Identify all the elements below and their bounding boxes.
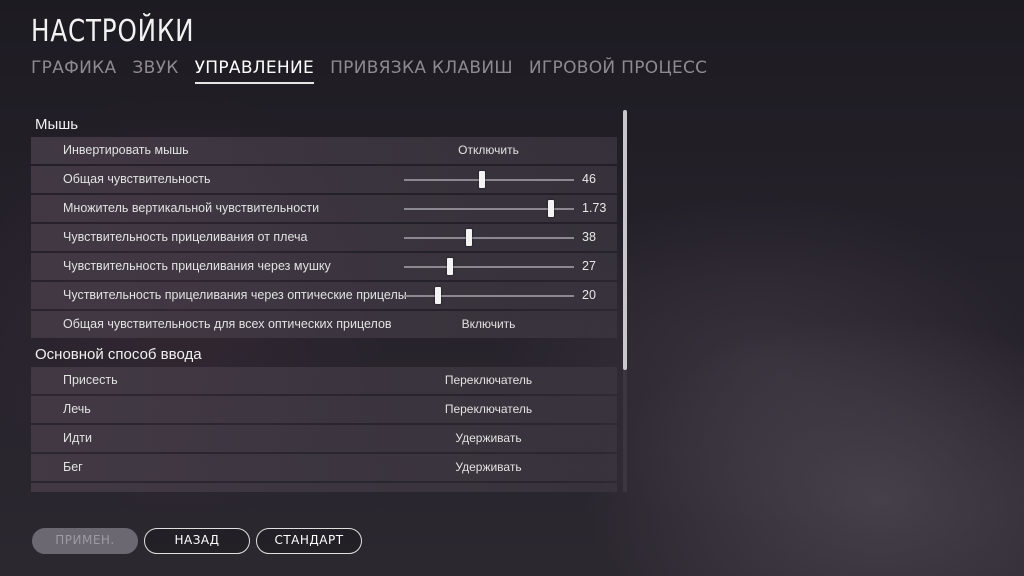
setting-row-walk[interactable]: Идти Удерживать (31, 425, 617, 452)
vertical-multiplier-slider[interactable] (404, 200, 574, 217)
setting-row-sprint[interactable]: Бег Удерживать (31, 454, 617, 481)
setting-row-general-sensitivity: Общая чувствительность 46 (31, 166, 617, 193)
slider-value: 38 (582, 230, 596, 244)
shoulder-sensitivity-slider[interactable] (404, 229, 574, 246)
setting-row-invert-mouse[interactable]: Инвертировать мышь Отключить (31, 137, 617, 164)
tab-gameplay[interactable]: ИГРОВОЙ ПРОЦЕСС (529, 58, 707, 84)
all-scopes-sensitivity-option[interactable]: Включить (407, 311, 570, 338)
setting-label: Чувствительность прицеливания через мушк… (63, 259, 331, 273)
settings-tabs: ГРАФИКА ЗВУК УПРАВЛЕНИЕ ПРИВЯЗКА КЛАВИШ … (31, 58, 707, 84)
setting-label: Лечь (63, 402, 91, 416)
slider-thumb[interactable] (465, 229, 472, 246)
slider-value: 20 (582, 288, 596, 302)
settings-panel: Мышь Инвертировать мышь Отключить Общая … (31, 110, 631, 492)
tab-keybindings[interactable]: ПРИВЯЗКА КЛАВИШ (330, 58, 513, 84)
setting-label: Общая чувствительность (63, 172, 211, 186)
setting-label: Чуствительность прицеливания через оптич… (63, 288, 407, 302)
setting-row-vertical-multiplier: Множитель вертикальной чувствительности … (31, 195, 617, 222)
setting-label: Общая чувствительность для всех оптическ… (63, 317, 392, 331)
setting-row-crouch[interactable]: Присесть Переключатель (31, 367, 617, 394)
slider-thumb[interactable] (435, 287, 441, 304)
slider-thumb[interactable] (548, 200, 555, 217)
default-button[interactable]: СТАНДАРТ (256, 528, 362, 554)
apply-button[interactable]: ПРИМЕН. (32, 528, 138, 554)
section-header-mouse: Мышь (35, 116, 79, 133)
back-button[interactable]: НАЗАД (144, 528, 250, 554)
invert-mouse-option[interactable]: Отключить (407, 137, 570, 164)
setting-row-scope-sensitivity: Чуствительность прицеливания через оптич… (31, 282, 617, 309)
setting-row-all-scopes-sensitivity[interactable]: Общая чувствительность для всех оптическ… (31, 311, 617, 338)
setting-row-partial (31, 483, 617, 492)
setting-label: Инвертировать мышь (63, 143, 189, 157)
prone-option[interactable]: Переключатель (407, 396, 570, 423)
setting-label: Присесть (63, 373, 118, 387)
setting-label: Множитель вертикальной чувствительности (63, 201, 320, 215)
tab-sound[interactable]: ЗВУК (132, 58, 178, 84)
slider-thumb[interactable] (479, 171, 486, 188)
settings-scrollbar[interactable] (623, 110, 627, 492)
page-title: НАСТРОЙКИ (31, 14, 195, 49)
ads-sensitivity-slider[interactable] (404, 258, 574, 275)
sprint-option[interactable]: Удерживать (407, 454, 570, 481)
setting-row-shoulder-sensitivity: Чувствительность прицеливания от плеча 3… (31, 224, 617, 251)
scope-sensitivity-slider[interactable] (404, 287, 574, 304)
setting-label: Идти (63, 431, 92, 445)
setting-row-ads-sensitivity: Чувствительность прицеливания через мушк… (31, 253, 617, 280)
crouch-option[interactable]: Переключатель (407, 367, 570, 394)
tab-graphics[interactable]: ГРАФИКА (31, 58, 116, 84)
slider-value: 27 (582, 259, 596, 273)
slider-thumb[interactable] (446, 258, 453, 275)
slider-value: 1.73 (582, 201, 607, 215)
general-sensitivity-slider[interactable] (404, 171, 574, 188)
slider-value: 46 (582, 172, 596, 186)
setting-label: Бег (63, 460, 83, 474)
scrollbar-thumb[interactable] (623, 110, 627, 370)
setting-row-prone[interactable]: Лечь Переключатель (31, 396, 617, 423)
setting-label: Чувствительность прицеливания от плеча (63, 230, 308, 244)
tab-controls[interactable]: УПРАВЛЕНИЕ (194, 58, 315, 84)
section-header-input: Основной способ ввода (35, 346, 202, 363)
walk-option[interactable]: Удерживать (407, 425, 570, 452)
